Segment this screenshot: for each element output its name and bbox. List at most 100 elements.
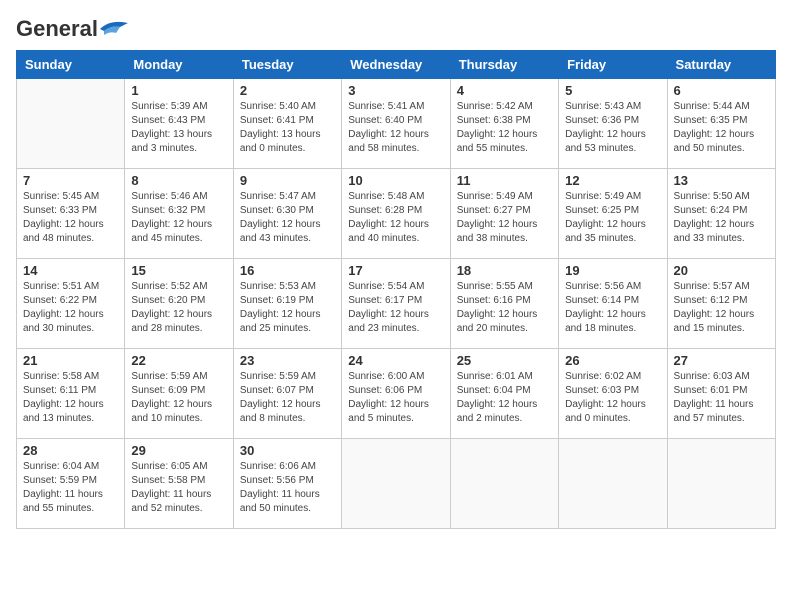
day-number: 8 — [131, 173, 226, 188]
calendar-cell: 22 Sunrise: 5:59 AM Sunset: 6:09 PM Dayli… — [125, 349, 233, 439]
weekday-header-friday: Friday — [559, 51, 667, 79]
calendar-week-row: 21 Sunrise: 5:58 AM Sunset: 6:11 PM Dayli… — [17, 349, 776, 439]
day-info: Sunrise: 6:01 AM Sunset: 6:04 PM Dayligh… — [457, 370, 552, 426]
calendar-cell: 10 Sunrise: 5:48 AM Sunset: 6:28 PM Dayli… — [342, 169, 450, 259]
calendar-cell: 12 Sunrise: 5:49 AM Sunset: 6:25 PM Dayli… — [559, 169, 667, 259]
day-info: Sunrise: 5:57 AM Sunset: 6:12 PM Dayligh… — [674, 280, 769, 336]
day-info: Sunrise: 5:56 AM Sunset: 6:14 PM Dayligh… — [565, 280, 660, 336]
calendar-cell: 20 Sunrise: 5:57 AM Sunset: 6:12 PM Dayli… — [667, 259, 775, 349]
day-info: Sunrise: 5:58 AM Sunset: 6:11 PM Dayligh… — [23, 370, 118, 426]
day-info: Sunrise: 5:59 AM Sunset: 6:09 PM Dayligh… — [131, 370, 226, 426]
day-number: 6 — [674, 83, 769, 98]
day-info: Sunrise: 6:06 AM Sunset: 5:56 PM Dayligh… — [240, 460, 335, 516]
day-info: Sunrise: 5:53 AM Sunset: 6:19 PM Dayligh… — [240, 280, 335, 336]
calendar-header-row: SundayMondayTuesdayWednesdayThursdayFrid… — [17, 51, 776, 79]
day-info: Sunrise: 5:47 AM Sunset: 6:30 PM Dayligh… — [240, 190, 335, 246]
day-number: 26 — [565, 353, 660, 368]
day-number: 4 — [457, 83, 552, 98]
logo: General — [16, 16, 130, 38]
day-number: 25 — [457, 353, 552, 368]
day-info: Sunrise: 5:48 AM Sunset: 6:28 PM Dayligh… — [348, 190, 443, 246]
calendar-cell: 14 Sunrise: 5:51 AM Sunset: 6:22 PM Dayli… — [17, 259, 125, 349]
calendar-week-row: 7Sunrise: 5:45 AM Sunset: 6:33 PM Daylig… — [17, 169, 776, 259]
day-number: 16 — [240, 263, 335, 278]
calendar-cell: 30 Sunrise: 6:06 AM Sunset: 5:56 PM Dayli… — [233, 439, 341, 529]
logo-wing-icon — [100, 19, 130, 39]
day-number: 22 — [131, 353, 226, 368]
day-number: 27 — [674, 353, 769, 368]
day-number: 30 — [240, 443, 335, 458]
weekday-header-thursday: Thursday — [450, 51, 558, 79]
calendar-cell: 13 Sunrise: 5:50 AM Sunset: 6:24 PM Dayli… — [667, 169, 775, 259]
day-number: 10 — [348, 173, 443, 188]
calendar-cell: 23 Sunrise: 5:59 AM Sunset: 6:07 PM Dayli… — [233, 349, 341, 439]
weekday-header-tuesday: Tuesday — [233, 51, 341, 79]
day-info: Sunrise: 5:44 AM Sunset: 6:35 PM Dayligh… — [674, 100, 769, 156]
calendar-cell: 19 Sunrise: 5:56 AM Sunset: 6:14 PM Dayli… — [559, 259, 667, 349]
calendar-cell: 15 Sunrise: 5:52 AM Sunset: 6:20 PM Dayli… — [125, 259, 233, 349]
day-number: 28 — [23, 443, 118, 458]
calendar-cell: 28 Sunrise: 6:04 AM Sunset: 5:59 PM Dayli… — [17, 439, 125, 529]
day-number: 15 — [131, 263, 226, 278]
day-number: 12 — [565, 173, 660, 188]
calendar-cell: 11 Sunrise: 5:49 AM Sunset: 6:27 PM Dayli… — [450, 169, 558, 259]
day-info: Sunrise: 5:54 AM Sunset: 6:17 PM Dayligh… — [348, 280, 443, 336]
calendar-cell: 24Sunrise: 6:00 AM Sunset: 6:06 PM Dayli… — [342, 349, 450, 439]
calendar-cell: 25 Sunrise: 6:01 AM Sunset: 6:04 PM Dayli… — [450, 349, 558, 439]
day-info: Sunrise: 5:49 AM Sunset: 6:27 PM Dayligh… — [457, 190, 552, 246]
day-number: 1 — [131, 83, 226, 98]
calendar-cell: 6 Sunrise: 5:44 AM Sunset: 6:35 PM Daylig… — [667, 79, 775, 169]
day-number: 5 — [565, 83, 660, 98]
calendar-cell: 21 Sunrise: 5:58 AM Sunset: 6:11 PM Dayli… — [17, 349, 125, 439]
day-number: 20 — [674, 263, 769, 278]
calendar-cell: 26 Sunrise: 6:02 AM Sunset: 6:03 PM Dayli… — [559, 349, 667, 439]
day-info: Sunrise: 5:59 AM Sunset: 6:07 PM Dayligh… — [240, 370, 335, 426]
calendar-cell — [17, 79, 125, 169]
day-number: 29 — [131, 443, 226, 458]
calendar-cell: 8 Sunrise: 5:46 AM Sunset: 6:32 PM Daylig… — [125, 169, 233, 259]
day-number: 9 — [240, 173, 335, 188]
calendar-week-row: 28 Sunrise: 6:04 AM Sunset: 5:59 PM Dayli… — [17, 439, 776, 529]
day-info: Sunrise: 5:55 AM Sunset: 6:16 PM Dayligh… — [457, 280, 552, 336]
day-info: Sunrise: 6:05 AM Sunset: 5:58 PM Dayligh… — [131, 460, 226, 516]
calendar-cell — [559, 439, 667, 529]
day-number: 23 — [240, 353, 335, 368]
day-number: 19 — [565, 263, 660, 278]
day-info: Sunrise: 6:04 AM Sunset: 5:59 PM Dayligh… — [23, 460, 118, 516]
calendar-cell: 3Sunrise: 5:41 AM Sunset: 6:40 PM Daylig… — [342, 79, 450, 169]
day-info: Sunrise: 5:39 AM Sunset: 6:43 PM Dayligh… — [131, 100, 226, 156]
calendar-cell: 5 Sunrise: 5:43 AM Sunset: 6:36 PM Daylig… — [559, 79, 667, 169]
logo-general: General — [16, 16, 98, 42]
calendar-cell: 2Sunrise: 5:40 AM Sunset: 6:41 PM Daylig… — [233, 79, 341, 169]
day-info: Sunrise: 5:50 AM Sunset: 6:24 PM Dayligh… — [674, 190, 769, 246]
day-info: Sunrise: 6:02 AM Sunset: 6:03 PM Dayligh… — [565, 370, 660, 426]
calendar-cell — [667, 439, 775, 529]
day-info: Sunrise: 5:45 AM Sunset: 6:33 PM Dayligh… — [23, 190, 118, 246]
weekday-header-wednesday: Wednesday — [342, 51, 450, 79]
calendar-cell — [450, 439, 558, 529]
calendar-week-row: 14 Sunrise: 5:51 AM Sunset: 6:22 PM Dayli… — [17, 259, 776, 349]
day-info: Sunrise: 5:51 AM Sunset: 6:22 PM Dayligh… — [23, 280, 118, 336]
day-info: Sunrise: 5:43 AM Sunset: 6:36 PM Dayligh… — [565, 100, 660, 156]
weekday-header-monday: Monday — [125, 51, 233, 79]
day-info: Sunrise: 5:52 AM Sunset: 6:20 PM Dayligh… — [131, 280, 226, 336]
day-info: Sunrise: 6:03 AM Sunset: 6:01 PM Dayligh… — [674, 370, 769, 426]
calendar-cell: 27 Sunrise: 6:03 AM Sunset: 6:01 PM Dayli… — [667, 349, 775, 439]
calendar-table: SundayMondayTuesdayWednesdayThursdayFrid… — [16, 50, 776, 529]
day-number: 11 — [457, 173, 552, 188]
day-info: Sunrise: 5:40 AM Sunset: 6:41 PM Dayligh… — [240, 100, 335, 156]
calendar-cell: 1 Sunrise: 5:39 AM Sunset: 6:43 PM Daylig… — [125, 79, 233, 169]
calendar-cell: 17Sunrise: 5:54 AM Sunset: 6:17 PM Dayli… — [342, 259, 450, 349]
day-number: 14 — [23, 263, 118, 278]
day-info: Sunrise: 5:41 AM Sunset: 6:40 PM Dayligh… — [348, 100, 443, 156]
weekday-header-sunday: Sunday — [17, 51, 125, 79]
day-number: 24 — [348, 353, 443, 368]
calendar-cell: 29 Sunrise: 6:05 AM Sunset: 5:58 PM Dayli… — [125, 439, 233, 529]
calendar-cell — [342, 439, 450, 529]
calendar-cell: 7Sunrise: 5:45 AM Sunset: 6:33 PM Daylig… — [17, 169, 125, 259]
day-number: 21 — [23, 353, 118, 368]
calendar-cell: 18Sunrise: 5:55 AM Sunset: 6:16 PM Dayli… — [450, 259, 558, 349]
day-number: 13 — [674, 173, 769, 188]
day-info: Sunrise: 5:46 AM Sunset: 6:32 PM Dayligh… — [131, 190, 226, 246]
day-info: Sunrise: 5:49 AM Sunset: 6:25 PM Dayligh… — [565, 190, 660, 246]
